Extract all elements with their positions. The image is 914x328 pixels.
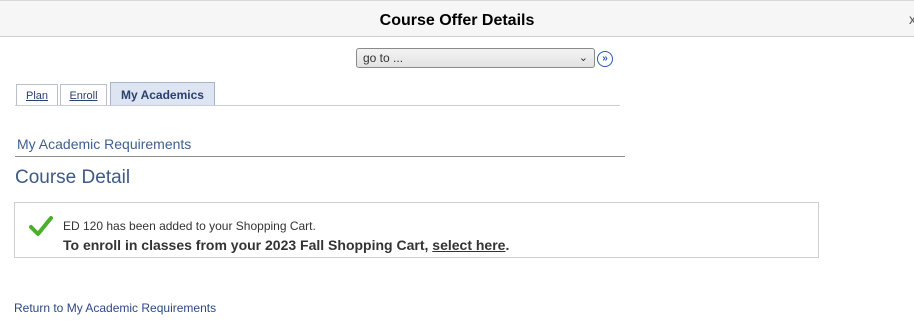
tab-plan-label: Plan	[25, 90, 49, 102]
page-title: Course Detail	[15, 167, 131, 188]
tab-my-academics[interactable]: My Academics	[110, 82, 215, 106]
tab-enroll-label: Enroll	[69, 90, 98, 102]
close-icon[interactable]: x	[909, 11, 914, 27]
title-bar: Course Offer Details x	[0, 0, 914, 37]
enroll-instructions-suffix: .	[505, 237, 510, 253]
section-divider	[15, 156, 625, 157]
confirmation-text: ED 120 has been added to your Shopping C…	[63, 219, 316, 233]
checkmark-icon	[29, 216, 53, 236]
tab-plan[interactable]: Plan	[16, 84, 58, 105]
tab-my-academics-label: My Academics	[121, 88, 204, 102]
enroll-instructions-text: To enroll in classes from your 2023 Fall…	[63, 237, 433, 253]
chevron-down-icon: ⌄	[578, 52, 588, 64]
section-heading: My Academic Requirements	[17, 136, 192, 152]
goto-select[interactable]: go to ... ⌄	[356, 48, 595, 68]
select-here-link[interactable]: select here	[432, 237, 505, 253]
enroll-instructions: To enroll in classes from your 2023 Fall…	[63, 237, 509, 253]
goto-select-value: go to ...	[363, 51, 404, 65]
tab-enroll[interactable]: Enroll	[60, 84, 107, 105]
confirmation-message-box: ED 120 has been added to your Shopping C…	[14, 202, 819, 258]
return-to-requirements-link[interactable]: Return to My Academic Requirements	[14, 301, 216, 315]
window-title: Course Offer Details	[379, 12, 535, 29]
double-chevron-right-icon[interactable]: »	[597, 51, 613, 67]
tabs-divider	[15, 105, 620, 106]
